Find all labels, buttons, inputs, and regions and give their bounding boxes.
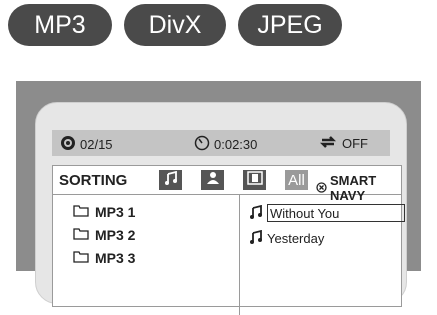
- menu-panel: 02/15 0:02:30 OFF SORTING All SMART NAVY…: [35, 102, 407, 315]
- disc-icon: [60, 135, 76, 154]
- smart-navy-label: SMART NAVY: [330, 173, 377, 203]
- music-note-icon: [249, 204, 263, 222]
- mp3-badge: MP3: [8, 4, 112, 46]
- clock-icon: [194, 135, 210, 154]
- file-browser: SORTING All SMART NAVY MP3 1 MP3 2 MP3 3…: [52, 165, 405, 315]
- track-counter-value: 02/15: [80, 137, 113, 152]
- folder-icon: [73, 227, 89, 243]
- track-counter: 02/15: [60, 135, 113, 154]
- tv-screen: 02/15 0:02:30 OFF SORTING All SMART NAVY…: [16, 81, 421, 315]
- close-icon: [316, 181, 327, 196]
- divx-badge: DivX: [124, 4, 226, 46]
- elapsed-time: 0:02:30: [194, 135, 257, 154]
- person-icon: [206, 171, 220, 190]
- sort-all-button[interactable]: All: [285, 170, 308, 190]
- music-note-icon: [249, 229, 263, 247]
- sorting-bar: SORTING All SMART NAVY: [53, 166, 401, 203]
- status-bar: 02/15 0:02:30 OFF: [52, 130, 390, 156]
- folder-label: MP3 1: [95, 204, 136, 220]
- track-item-selected[interactable]: Without You: [249, 204, 405, 222]
- folder-label: MP3 3: [95, 250, 136, 266]
- repeat-status-value: OFF: [342, 136, 368, 151]
- folder-icon: [73, 250, 89, 266]
- sort-movie-button[interactable]: [243, 170, 266, 190]
- folder-item[interactable]: MP3 2: [73, 227, 135, 243]
- repeat-icon: [318, 135, 338, 152]
- column-divider: [239, 195, 240, 315]
- folder-icon: [73, 204, 89, 220]
- film-icon: [246, 170, 263, 190]
- elapsed-time-value: 0:02:30: [214, 137, 258, 152]
- repeat-status: OFF: [318, 135, 368, 152]
- sort-photo-button[interactable]: [201, 170, 224, 190]
- track-item[interactable]: Yesterday: [249, 229, 325, 247]
- smart-navy[interactable]: SMART NAVY: [316, 173, 401, 203]
- track-label: Yesterday: [267, 231, 325, 246]
- jpeg-badge: JPEG: [238, 4, 342, 46]
- music-note-icon: [164, 170, 178, 190]
- sorting-label: SORTING: [59, 172, 128, 189]
- sort-music-button[interactable]: [159, 170, 182, 190]
- folder-item[interactable]: MP3 1: [73, 204, 135, 220]
- folder-label: MP3 2: [95, 227, 136, 243]
- sort-all-label: All: [288, 171, 305, 189]
- folder-item[interactable]: MP3 3: [73, 250, 135, 266]
- track-label: Without You: [267, 204, 405, 222]
